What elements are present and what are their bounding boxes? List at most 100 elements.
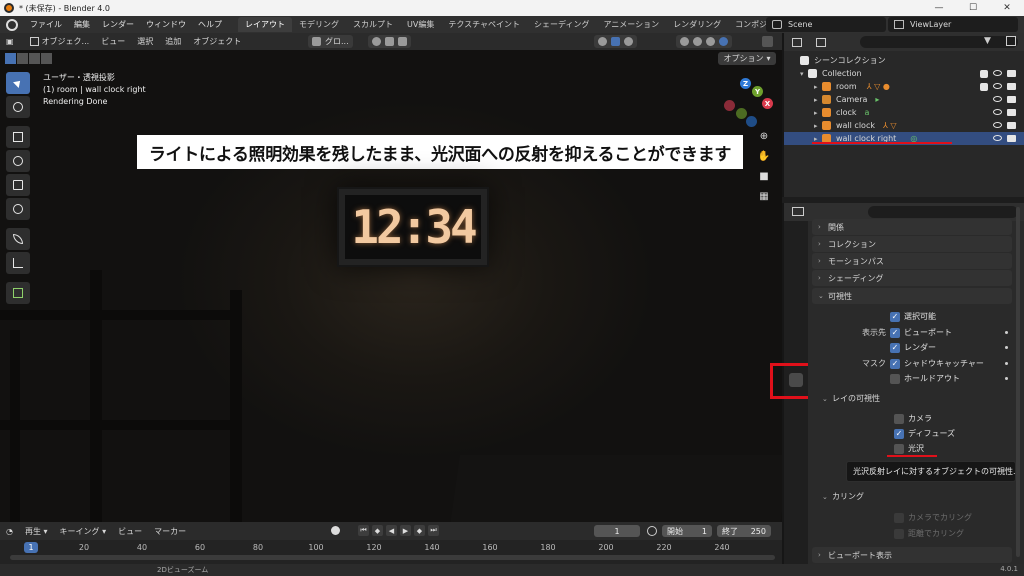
select-subtract-icon[interactable]: [29, 53, 40, 64]
tab-uv-edit[interactable]: UV編集: [400, 17, 441, 32]
gizmo-x-axis[interactable]: X: [762, 98, 773, 109]
filter-icon[interactable]: ▼: [984, 36, 991, 46]
menu-marker[interactable]: マーカー: [148, 526, 192, 537]
show-render-checkbox[interactable]: ✓ レンダー: [890, 341, 936, 354]
collection-tab[interactable]: [789, 349, 803, 363]
view-layer-selector[interactable]: ViewLayer: [888, 17, 1018, 32]
tab-texture-paint[interactable]: テクスチャペイント: [441, 17, 527, 32]
navigation-gizmo[interactable]: Z Y X: [718, 78, 774, 128]
outliner-search-input[interactable]: [860, 36, 1018, 48]
show-viewport-checkbox[interactable]: ✓ ビューポート: [890, 326, 952, 339]
prev-key-icon[interactable]: ◆: [372, 525, 383, 536]
pan-hand-icon[interactable]: ✋: [756, 148, 772, 164]
keyframe-dot-icon[interactable]: [1005, 362, 1008, 365]
editor-type-icon[interactable]: ▣: [0, 37, 20, 46]
properties-editor-icon[interactable]: [792, 207, 804, 216]
timeline-scrollbar[interactable]: [10, 555, 775, 560]
physics-tab[interactable]: [789, 409, 803, 423]
gizmo-neg-x[interactable]: [724, 100, 735, 111]
timeline[interactable]: 1 20 40 60 80 100 120 140 160 180 200 22…: [0, 540, 782, 564]
menu-file[interactable]: ファイル: [24, 19, 68, 30]
gizmo-y-axis[interactable]: Y: [752, 86, 763, 97]
section-motion-paths[interactable]: › モーションパス: [812, 253, 1012, 269]
expand-icon[interactable]: ▸: [814, 122, 822, 130]
gizmo-z-axis[interactable]: Z: [740, 78, 751, 89]
expand-icon[interactable]: ▸: [814, 83, 822, 91]
menu-object[interactable]: オブジェクト: [187, 36, 247, 47]
menu-window[interactable]: ウィンドウ: [140, 19, 192, 30]
pivot-snap-group[interactable]: [368, 35, 411, 48]
overlay-group[interactable]: [594, 35, 637, 48]
render-camera-icon[interactable]: [1007, 109, 1016, 116]
options-button[interactable]: オプション ▾: [718, 52, 776, 65]
select-mode-buttons[interactable]: [5, 53, 52, 64]
selectable-checkbox[interactable]: ✓ 選択可能: [890, 310, 936, 323]
menu-help[interactable]: ヘルプ: [192, 19, 228, 30]
properties-search-input[interactable]: [868, 206, 1018, 218]
tab-modeling[interactable]: モデリング: [292, 17, 346, 32]
outliner-row-clock[interactable]: ▸ clock a: [784, 106, 1024, 119]
tab-shading[interactable]: シェーディング: [527, 17, 596, 32]
expand-icon[interactable]: ▾: [800, 70, 808, 78]
move-tool[interactable]: [6, 126, 30, 148]
next-key-icon[interactable]: ◆: [414, 525, 425, 536]
scene-collection-row[interactable]: シーンコレクション: [784, 54, 1024, 67]
eye-icon[interactable]: [993, 109, 1002, 115]
minimize-button[interactable]: —: [922, 0, 956, 16]
blender-menu-icon[interactable]: [6, 18, 18, 31]
menu-select[interactable]: 選択: [131, 36, 159, 47]
menu-render[interactable]: レンダー: [96, 19, 140, 30]
select-extend-icon[interactable]: [17, 53, 28, 64]
subsection-culling[interactable]: ⌄ カリング: [818, 489, 1012, 504]
mode-selector[interactable]: オブジェク...: [24, 36, 96, 47]
select-box-tool[interactable]: [6, 72, 30, 94]
zoom-icon[interactable]: ⊕: [756, 128, 772, 144]
gizmo-neg-z[interactable]: [746, 116, 757, 127]
current-frame-marker[interactable]: 1: [24, 542, 38, 553]
new-collection-icon[interactable]: [1006, 36, 1016, 46]
scene-selector[interactable]: Scene: [766, 17, 886, 32]
collection-row[interactable]: ▾ Collection: [784, 67, 1024, 80]
ray-diffuse-checkbox[interactable]: ✓ ディフューズ: [894, 427, 955, 440]
record-icon[interactable]: [331, 526, 340, 535]
timeline-editor-icon[interactable]: ◔: [0, 527, 19, 536]
menu-view[interactable]: ビュー: [95, 36, 131, 47]
pause-render-icon[interactable]: [762, 36, 773, 47]
jump-end-icon[interactable]: ⏭: [428, 525, 439, 536]
transform-tool[interactable]: [6, 198, 30, 220]
output-tab[interactable]: [789, 269, 803, 283]
exclude-checkbox[interactable]: [980, 69, 988, 78]
exclude-checkbox[interactable]: [980, 82, 988, 91]
menu-edit[interactable]: 編集: [68, 19, 96, 30]
cursor-tool[interactable]: [6, 96, 30, 118]
render-camera-icon[interactable]: [1007, 122, 1016, 129]
play-icon[interactable]: ▶: [400, 525, 411, 536]
expand-icon[interactable]: ▸: [814, 109, 822, 117]
eye-icon[interactable]: [993, 96, 1002, 102]
properties-scrollbar[interactable]: [1016, 207, 1020, 557]
scene-tab[interactable]: [789, 307, 803, 321]
ray-camera-checkbox[interactable]: カメラ: [894, 412, 932, 425]
keyframe-dot-icon[interactable]: [1005, 331, 1008, 334]
display-mode-icon[interactable]: [816, 37, 826, 47]
expand-icon[interactable]: ▸: [814, 96, 822, 104]
eye-icon[interactable]: [993, 82, 1002, 89]
render-camera-icon[interactable]: [1007, 82, 1016, 90]
measure-tool[interactable]: [6, 252, 30, 274]
3d-viewport[interactable]: オプション ▾ ユーザー・透視投影 (1) room | wall clock …: [0, 50, 782, 522]
outliner-row-camera[interactable]: ▸ Camera ▸: [784, 93, 1024, 106]
section-shading[interactable]: › シェーディング: [812, 270, 1012, 286]
outliner-row-wall-clock[interactable]: ▸ wall clock ⅄ ▽: [784, 119, 1024, 132]
subsection-ray-visibility[interactable]: ⌄ レイの可視性: [818, 391, 1012, 406]
render-tab[interactable]: [789, 251, 803, 265]
view-layer-tab[interactable]: [789, 287, 803, 301]
add-cube-tool[interactable]: [6, 282, 30, 304]
tool-tab[interactable]: [789, 229, 803, 243]
render-camera-icon[interactable]: [1007, 135, 1016, 142]
section-visibility[interactable]: ⌄ 可視性: [812, 288, 1012, 304]
keyframe-dot-icon[interactable]: [1005, 377, 1008, 380]
eye-icon[interactable]: [993, 135, 1002, 141]
camera-view-icon[interactable]: ■: [756, 168, 772, 184]
distance-cull-checkbox[interactable]: 距離でカリング: [894, 527, 964, 540]
jump-start-icon[interactable]: ⏮: [358, 525, 369, 536]
